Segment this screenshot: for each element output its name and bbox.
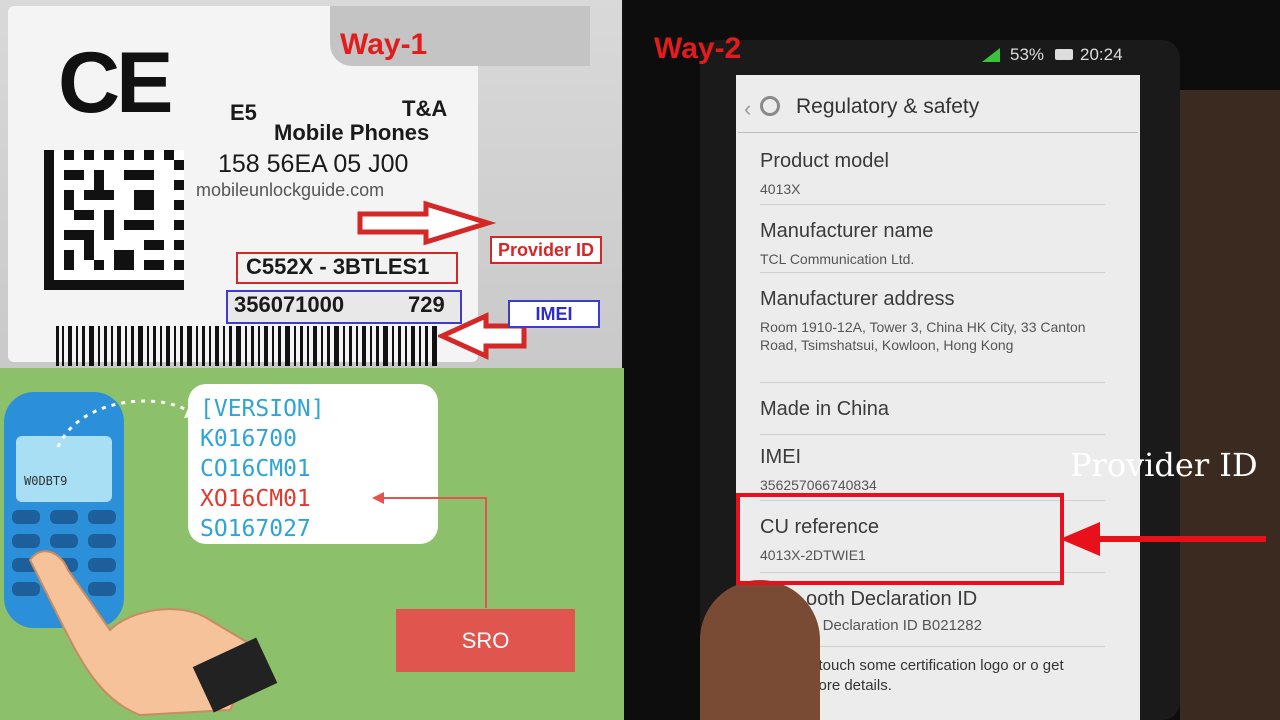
item-value: TCL Communication Ltd. [760, 251, 915, 267]
imei-callout: IMEI [508, 300, 600, 328]
item-name: Manufacturer name [760, 220, 934, 242]
provider-id-callout-right: Provider ID [1070, 446, 1258, 484]
imei-start-value: 356071000 [234, 292, 345, 317]
provider-pointer-arrow-icon [1060, 522, 1266, 556]
item-product-model[interactable]: Product model 4013X [760, 150, 1110, 198]
label-model: E5 [230, 100, 257, 125]
signal-icon [982, 48, 1000, 62]
cu-reference-highlight [736, 493, 1064, 585]
hand-background [1180, 90, 1280, 720]
provider-code-value: C552X - 3BTLES1 [246, 254, 430, 279]
screen-title: Regulatory & safety [796, 95, 980, 118]
item-name: Manufacturer address [760, 288, 955, 310]
label-code-line: 158 56EA 05 J00 [218, 150, 409, 178]
header-divider [738, 132, 1138, 133]
item-name: IMEI [760, 446, 802, 468]
item-divider [760, 272, 1105, 273]
sro-label-box: SRO [396, 609, 575, 672]
item-value: th Declaration ID B021282 [806, 617, 982, 634]
label-product: Mobile Phones [274, 120, 430, 145]
item-manufacturer-name[interactable]: Manufacturer name TCL Communication Ltd. [760, 220, 1110, 268]
barcode-icon [56, 326, 437, 366]
item-certification-note[interactable]: n touch some certification logo or o get… [806, 656, 1096, 695]
back-chevron-icon[interactable]: ‹ [744, 96, 751, 122]
datamatrix-code-icon [44, 150, 184, 290]
item-name: Made in China [760, 398, 889, 420]
item-divider [760, 434, 1105, 435]
item-value: Room 1910-12A, Tower 3, China HK City, 3… [760, 319, 1086, 354]
version-line-c: CO16CM01 [200, 456, 311, 482]
provider-id-callout: Provider ID [490, 236, 603, 264]
sro-connector-arrow-icon [372, 492, 487, 608]
battery-percent: 53% [1010, 45, 1045, 64]
thumb-image [700, 580, 820, 720]
item-name: ooth Declaration ID [806, 588, 978, 610]
provider-arrow-icon [357, 200, 496, 246]
item-imei[interactable]: IMEI 356257066740834 [760, 446, 1110, 494]
version-line-x-sro: XO16CM01 [200, 486, 311, 512]
way-2-title: Way-2 [654, 32, 742, 65]
item-divider [760, 382, 1105, 383]
item-value: 356257066740834 [760, 477, 877, 493]
battery-icon [1055, 49, 1073, 60]
label-maker: T&A [402, 96, 448, 121]
version-line-s: SO167027 [200, 516, 311, 542]
hand-pointer-icon [28, 550, 278, 717]
item-name: Product model [760, 150, 889, 172]
item-made-in[interactable]: Made in China [760, 398, 1110, 420]
item-divider [760, 204, 1105, 205]
dotted-arrow-icon [56, 399, 198, 448]
item-manufacturer-address[interactable]: Manufacturer address Room 1910-12A, Towe… [760, 288, 1110, 354]
settings-gear-icon [760, 96, 780, 116]
item-value: n touch some certification logo or o get… [806, 657, 1064, 694]
item-declaration-id[interactable]: ooth Declaration ID th Declaration ID B0… [806, 588, 1156, 636]
status-time: 20:24 [1080, 45, 1123, 64]
way-1-title: Way-1 [340, 28, 428, 61]
version-line-header: [VERSION] [200, 396, 325, 422]
item-value: 4013X [760, 181, 801, 197]
phone-screen-text: W0DBT9 [24, 474, 68, 488]
label-website: mobileunlockguide.com [196, 180, 385, 200]
ce-mark-logo: CE [58, 35, 173, 131]
version-line-k: K016700 [200, 426, 297, 452]
